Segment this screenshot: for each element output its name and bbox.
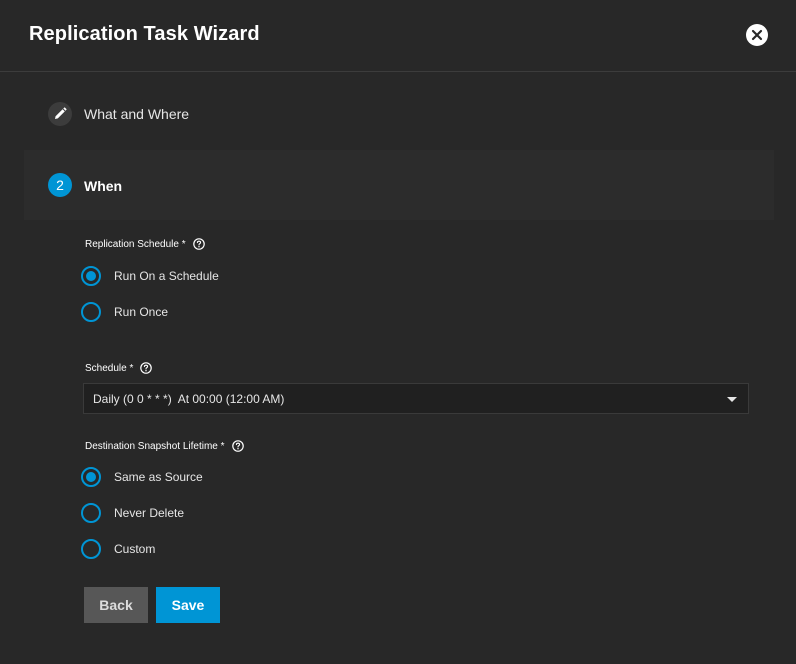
- radio-button[interactable]: [81, 266, 101, 286]
- step-what-and-where[interactable]: What and Where: [24, 78, 774, 148]
- radio-button[interactable]: [81, 539, 101, 559]
- schedule-label: Schedule *: [85, 362, 153, 374]
- dialog-header: Replication Task Wizard: [0, 0, 796, 72]
- radio-label: Same as Source: [114, 470, 203, 484]
- step-when[interactable]: 2 When: [24, 150, 774, 220]
- replication-schedule-label: Replication Schedule *: [85, 238, 205, 250]
- dialog-title: Replication Task Wizard: [29, 23, 260, 45]
- schedule-label-text: Schedule: [85, 362, 127, 374]
- replication-task-wizard-dialog: Replication Task Wizard What and Where 2…: [0, 0, 796, 664]
- snapshot-lifetime-label: Destination Snapshot Lifetime *: [85, 440, 244, 452]
- chevron-down-icon: [727, 397, 737, 402]
- step-2-label: When: [84, 178, 123, 194]
- radio-label: Never Delete: [114, 506, 185, 520]
- step-2-number: 2: [56, 177, 64, 193]
- radio-button[interactable]: [81, 503, 101, 523]
- radio-run-on-a-schedule[interactable]: Run On a Schedule: [81, 265, 219, 287]
- required-marker: *: [181, 238, 186, 250]
- help-icon[interactable]: [140, 362, 153, 374]
- radio-label: Custom: [114, 542, 156, 556]
- radio-run-once[interactable]: Run Once: [81, 301, 168, 323]
- schedule-select-value: Daily (0 0 * * *) At 00:00 (12:00 AM): [93, 392, 285, 406]
- radio-button[interactable]: [81, 467, 101, 487]
- radio-label: Run On a Schedule: [114, 269, 219, 283]
- close-button[interactable]: [746, 24, 768, 46]
- radio-never-delete[interactable]: Never Delete: [81, 502, 184, 524]
- schedule-select[interactable]: Daily (0 0 * * *) At 00:00 (12:00 AM): [83, 383, 749, 414]
- help-icon[interactable]: [231, 440, 244, 452]
- required-marker: *: [129, 362, 134, 374]
- help-icon[interactable]: [192, 238, 205, 250]
- step-2-indicator: 2: [48, 173, 72, 197]
- radio-same-as-source[interactable]: Same as Source: [81, 466, 203, 488]
- step-1-label: What and Where: [84, 106, 190, 122]
- close-icon: [751, 29, 763, 41]
- snapshot-lifetime-label-text: Destination Snapshot Lifetime: [85, 440, 218, 452]
- radio-button[interactable]: [81, 302, 101, 322]
- step-1-indicator: [48, 102, 72, 126]
- save-button[interactable]: Save: [156, 587, 220, 623]
- radio-custom[interactable]: Custom: [81, 538, 155, 560]
- required-marker: *: [220, 440, 225, 452]
- radio-label: Run Once: [114, 305, 169, 319]
- replication-schedule-label-text: Replication Schedule: [85, 238, 179, 250]
- pencil-icon: [55, 107, 67, 119]
- back-button[interactable]: Back: [84, 587, 148, 623]
